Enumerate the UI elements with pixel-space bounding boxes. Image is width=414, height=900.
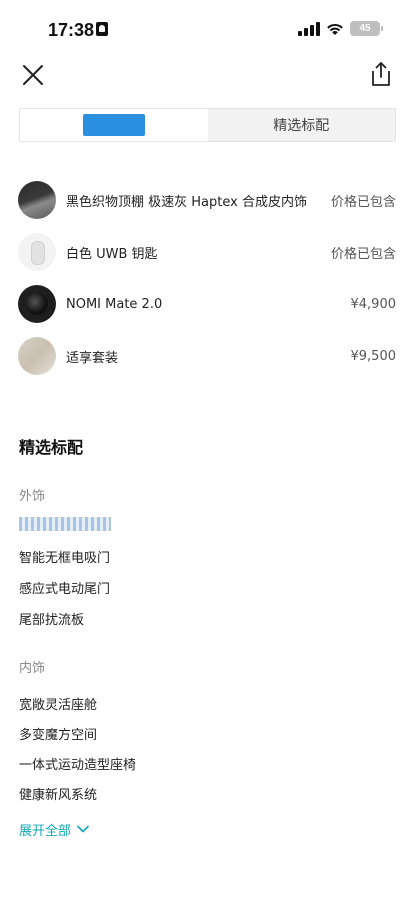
- option-name: 适享套装: [66, 350, 119, 366]
- share-icon[interactable]: [368, 60, 394, 88]
- redacted-feature: [19, 517, 111, 531]
- section-title: 精选标配: [19, 438, 84, 457]
- nomi-thumbnail: [18, 285, 56, 323]
- option-price: ¥9,500: [350, 348, 397, 364]
- key-thumbnail: [18, 233, 56, 271]
- status-indicators: 45: [298, 21, 383, 36]
- wifi-icon: [326, 22, 344, 36]
- option-price: 价格已包含: [330, 194, 396, 210]
- chevron-down-icon: [77, 822, 89, 837]
- lock-icon: [96, 22, 108, 36]
- feature-item: 一体式运动造型座椅: [19, 758, 137, 773]
- interior-label: 内饰: [19, 661, 46, 676]
- feature-item: 健康新风系统: [19, 788, 98, 803]
- feature-item: 智能无框电吸门: [19, 551, 111, 566]
- expand-all-button[interactable]: 展开全部: [19, 820, 89, 839]
- tab-standard-label: 精选标配: [273, 118, 330, 134]
- list-item[interactable]: 适享套装 ¥9,500: [18, 330, 396, 382]
- option-price: ¥4,900: [350, 296, 397, 312]
- config-tabs: 精选标配: [19, 108, 396, 142]
- tab-standard[interactable]: 精选标配: [207, 109, 395, 141]
- feature-item: 多变魔方空间: [19, 728, 98, 743]
- feature-item: 感应式电动尾门: [19, 582, 111, 597]
- option-name: 黑色织物顶棚 极速灰 Haptex 合成皮内饰: [66, 194, 307, 210]
- close-icon[interactable]: [20, 62, 46, 88]
- tab-config[interactable]: [20, 109, 208, 141]
- option-list: 黑色织物顶棚 极速灰 Haptex 合成皮内饰 价格已包含 白色 UWB 钥匙 …: [18, 174, 396, 382]
- option-name: NOMI Mate 2.0: [66, 296, 163, 312]
- battery-level: 45: [359, 23, 371, 34]
- feature-item: 尾部扰流板: [19, 613, 85, 628]
- option-name: 白色 UWB 钥匙: [66, 246, 158, 262]
- feature-item: 宽敞灵活座舱: [19, 698, 98, 713]
- expand-all-label: 展开全部: [19, 824, 72, 839]
- package-thumbnail: [18, 337, 56, 375]
- signal-icon: [298, 21, 320, 36]
- list-item[interactable]: 黑色织物顶棚 极速灰 Haptex 合成皮内饰 价格已包含: [18, 174, 396, 226]
- interior-thumbnail: [18, 181, 56, 219]
- list-item[interactable]: NOMI Mate 2.0 ¥4,900: [18, 278, 396, 330]
- list-item[interactable]: 白色 UWB 钥匙 价格已包含: [18, 226, 396, 278]
- status-time: 17:38: [48, 20, 95, 40]
- battery-icon: 45: [350, 21, 383, 36]
- option-price: 价格已包含: [330, 246, 396, 262]
- top-nav: [0, 56, 414, 96]
- status-bar: 17:38 45: [0, 0, 414, 56]
- redacted-tab-label: [82, 114, 145, 136]
- exterior-label: 外饰: [19, 489, 46, 504]
